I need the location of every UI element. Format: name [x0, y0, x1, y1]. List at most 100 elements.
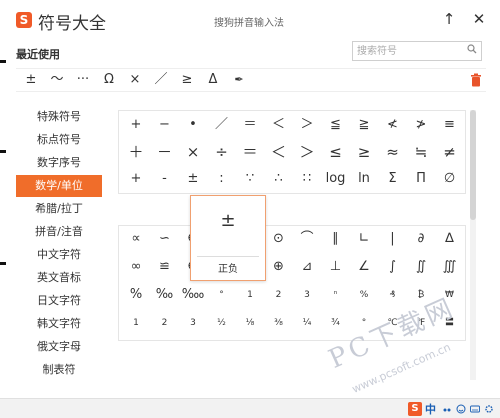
symbol-cell[interactable]: ∥ — [322, 226, 350, 252]
symbol-cell[interactable]: ∝ — [122, 226, 150, 252]
sidebar-item-punctuation[interactable]: 标点符号 — [16, 129, 102, 151]
symbol-cell[interactable]: ₰ — [379, 282, 407, 308]
symbol-cell[interactable]: ≈ — [379, 139, 407, 165]
symbol-cell[interactable]: % — [350, 282, 378, 308]
sidebar-item-numbers[interactable]: 数字序号 — [16, 152, 102, 174]
sidebar-item-russian[interactable]: 俄文字母 — [16, 336, 102, 358]
recent-symbol[interactable]: × — [122, 69, 148, 91]
symbol-cell[interactable]: ⊥ — [322, 254, 350, 280]
sidebar-item-japanese[interactable]: 日文字符 — [16, 290, 102, 312]
symbol-cell[interactable]: ∅ — [436, 166, 464, 192]
sidebar-item-greek[interactable]: 希腊/拉丁 — [16, 198, 102, 220]
symbol-cell[interactable]: ≧ — [350, 112, 378, 138]
symbol-cell[interactable]: ‱ — [179, 282, 207, 308]
symbol-cell[interactable]: ≠ — [436, 139, 464, 165]
symbol-cell[interactable]: ＜ — [265, 112, 293, 138]
symbol-cell[interactable]: ∟ — [350, 226, 378, 252]
symbol-cell[interactable]: ＞ — [293, 139, 321, 165]
symbol-cell[interactable]: : — [208, 166, 236, 192]
symbol-cell[interactable]: ⅜ — [265, 310, 293, 336]
recent-symbol[interactable]: Δ — [200, 69, 226, 91]
symbol-cell[interactable]: ∬ — [407, 254, 435, 280]
sidebar-item-chinese[interactable]: 中文字符 — [16, 244, 102, 266]
symbol-cell[interactable]: ⊕ — [265, 254, 293, 280]
symbol-cell[interactable]: ± — [179, 166, 207, 192]
symbol-cell[interactable]: ∞ — [122, 254, 150, 280]
trash-icon[interactable] — [470, 73, 482, 87]
symbol-cell[interactable]: ln — [350, 166, 378, 192]
symbol-cell[interactable]: ／ — [208, 112, 236, 138]
symbol-cell[interactable]: ∆ — [436, 226, 464, 252]
symbol-cell[interactable]: ＜ — [265, 139, 293, 165]
symbol-cell[interactable]: − — [151, 112, 179, 138]
symbol-cell[interactable]: ∴ — [265, 166, 293, 192]
symbol-cell[interactable]: ⊿ — [293, 254, 321, 280]
symbol-cell[interactable]: ⅛ — [236, 310, 264, 336]
symbol-cell[interactable]: log — [322, 166, 350, 192]
symbol-cell[interactable]: ‰ — [151, 282, 179, 308]
sidebar-item-boxdraw[interactable]: 制表符 — [16, 359, 102, 381]
search-icon[interactable] — [467, 44, 477, 54]
symbol-cell[interactable]: 2 — [265, 282, 293, 308]
symbol-cell[interactable]: ∠ — [350, 254, 378, 280]
symbol-cell[interactable]: ½ — [208, 310, 236, 336]
symbol-cell[interactable]: + — [122, 112, 150, 138]
recent-symbol[interactable]: ／ — [148, 69, 174, 91]
sidebar-item-special[interactable]: 特殊符号 — [16, 106, 102, 128]
sidebar-item-korean[interactable]: 韩文字符 — [16, 313, 102, 335]
search-box[interactable] — [352, 41, 482, 61]
symbol-cell[interactable]: ÷ — [208, 139, 236, 165]
symbol-cell[interactable]: ≤ — [322, 139, 350, 165]
recent-symbol[interactable]: ≥ — [174, 69, 200, 91]
recent-symbol[interactable]: ✒ — [226, 69, 252, 91]
symbol-cell[interactable]: ≡ — [436, 112, 464, 138]
symbol-cell[interactable]: ≯ — [407, 112, 435, 138]
sidebar-item-phonetic[interactable]: 英文音标 — [16, 267, 102, 289]
symbol-cell[interactable]: ∵ — [236, 166, 264, 192]
settings-icon[interactable] — [484, 404, 494, 414]
scrollbar[interactable] — [470, 110, 476, 380]
symbol-cell[interactable]: ⌒ — [293, 226, 321, 252]
symbol-cell[interactable]: ≦ — [322, 112, 350, 138]
symbol-cell[interactable]: | — [379, 226, 407, 252]
symbol-cell[interactable]: ° — [208, 282, 236, 308]
symbol-cell[interactable]: ∂ — [407, 226, 435, 252]
symbol-cell[interactable]: ≮ — [379, 112, 407, 138]
close-icon[interactable]: ✕ — [470, 10, 488, 28]
symbol-cell[interactable]: 3 — [293, 282, 321, 308]
symbol-cell[interactable]: ≒ — [407, 139, 435, 165]
punctuation-icon[interactable] — [442, 404, 452, 414]
pin-icon[interactable]: ↑ — [440, 10, 458, 28]
symbol-cell[interactable]: ≥ — [350, 139, 378, 165]
keyboard-icon[interactable] — [470, 404, 480, 414]
symbol-cell[interactable]: + — [122, 166, 150, 192]
sidebar-item-math[interactable]: 数学/单位 — [16, 175, 102, 197]
symbol-cell[interactable]: ＞ — [293, 112, 321, 138]
search-input[interactable] — [357, 43, 457, 59]
symbol-cell[interactable]: 3 — [179, 310, 207, 336]
symbol-cell[interactable]: ⊙ — [265, 226, 293, 252]
symbol-cell[interactable]: ⁿ — [322, 282, 350, 308]
recent-symbol[interactable]: ～ — [44, 69, 70, 91]
ime-mode-indicator[interactable]: 中 — [425, 401, 436, 417]
symbol-cell[interactable]: Σ — [379, 166, 407, 192]
symbol-cell[interactable]: ∫ — [379, 254, 407, 280]
symbol-cell[interactable]: Π — [407, 166, 435, 192]
sidebar-item-pinyin[interactable]: 拼音/注音 — [16, 221, 102, 243]
symbol-cell[interactable]: ∽ — [151, 226, 179, 252]
scrollbar-thumb[interactable] — [470, 110, 476, 220]
symbol-cell[interactable]: % — [122, 282, 150, 308]
symbol-cell[interactable]: - — [151, 166, 179, 192]
symbol-cell[interactable]: ＝ — [236, 112, 264, 138]
ime-logo-icon[interactable]: S — [408, 402, 422, 416]
symbol-cell[interactable]: × — [179, 139, 207, 165]
symbol-cell[interactable]: ≌ — [151, 254, 179, 280]
emoji-icon[interactable] — [456, 404, 466, 414]
symbol-cell[interactable]: • — [179, 112, 207, 138]
recent-symbol[interactable]: ± — [18, 69, 44, 91]
symbol-cell[interactable]: ＋ — [122, 139, 150, 165]
recent-symbol[interactable]: ··· — [70, 69, 96, 91]
symbol-cell[interactable]: 1 — [122, 310, 150, 336]
symbol-cell[interactable]: 2 — [151, 310, 179, 336]
symbol-cell[interactable]: ＝ — [236, 139, 264, 165]
